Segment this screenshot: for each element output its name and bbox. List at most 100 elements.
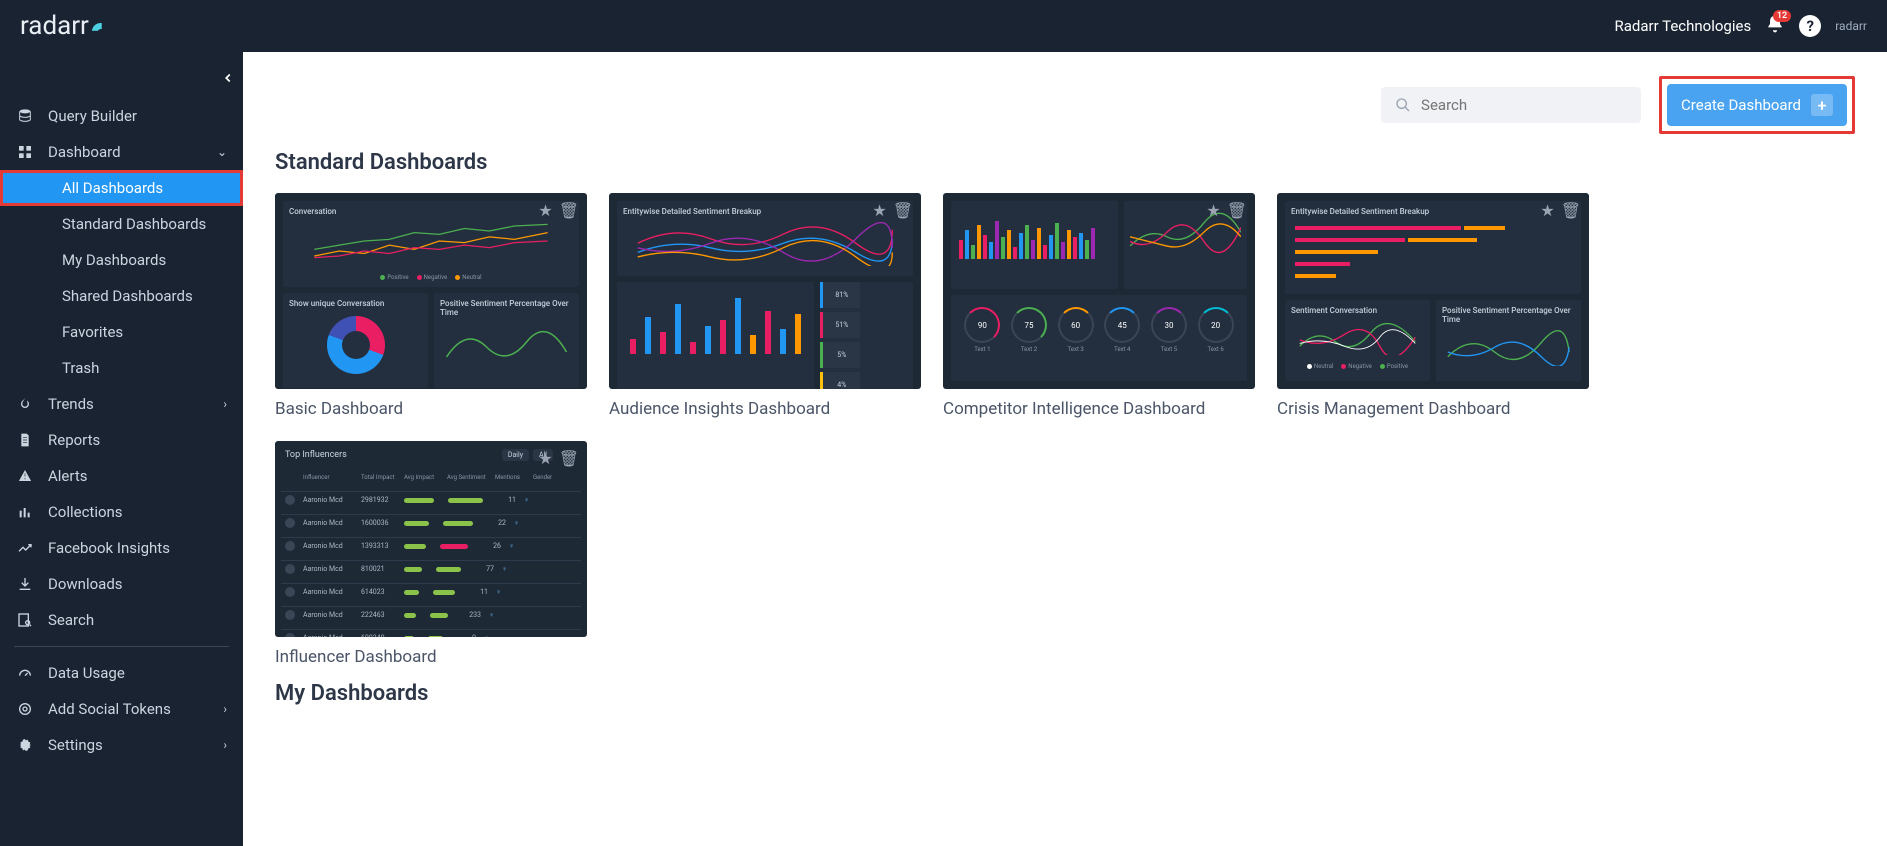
nav-label: Reports bbox=[48, 431, 100, 449]
nav-label: Trash bbox=[62, 359, 99, 377]
subnav-all-dashboards[interactable]: All Dashboards bbox=[0, 170, 243, 206]
nav-label: Add Social Tokens bbox=[48, 700, 171, 718]
help-button[interactable]: ? bbox=[1799, 15, 1821, 37]
panel-title: Top Influencers bbox=[285, 450, 347, 460]
database-icon bbox=[16, 108, 34, 124]
grid-icon bbox=[16, 144, 34, 160]
dashboard-card[interactable]: ★ 🗑 Entitywise Detailed Sentiment Breakup… bbox=[1277, 193, 1589, 419]
app-logo[interactable]: radarr bbox=[20, 11, 111, 41]
card-thumbnail: ★ 🗑 Entitywise Detailed Sentiment Breakup bbox=[609, 193, 921, 389]
card-thumbnail: ★🗑 Conversation Positive Negative Neutra… bbox=[275, 193, 587, 389]
panel-title: Sentiment Conversation bbox=[1291, 306, 1424, 315]
mini-logo: radarr bbox=[1835, 19, 1867, 33]
nav-label: All Dashboards bbox=[62, 179, 163, 197]
sidebar-collapse-button[interactable] bbox=[221, 70, 235, 89]
trend-up-icon bbox=[16, 540, 34, 556]
subnav-my-dashboards[interactable]: My Dashboards bbox=[0, 242, 243, 278]
nav-data-usage[interactable]: Data Usage bbox=[0, 655, 243, 691]
token-icon bbox=[16, 701, 34, 717]
nav-label: Standard Dashboards bbox=[62, 215, 206, 233]
notifications-button[interactable]: 12 bbox=[1765, 14, 1785, 38]
search-box[interactable] bbox=[1381, 87, 1641, 123]
dashboard-card[interactable]: ★🗑 Conversation Positive Negative Neutra… bbox=[275, 193, 587, 419]
nav-label: My Dashboards bbox=[62, 251, 166, 269]
top-header: radarr Radarr Technologies 12 ? radarr bbox=[0, 0, 1887, 52]
section-title-my: My Dashboards bbox=[275, 681, 1855, 706]
standard-dashboards-grid: ★🗑 Conversation Positive Negative Neutra… bbox=[275, 193, 1855, 667]
create-button-highlight: Create Dashboard + bbox=[1659, 76, 1855, 134]
subnav-trash[interactable]: Trash bbox=[0, 350, 243, 386]
nav-trends[interactable]: Trends › bbox=[0, 386, 243, 422]
nav-label: Downloads bbox=[48, 575, 123, 593]
nav-settings[interactable]: Settings › bbox=[0, 727, 243, 763]
trash-icon[interactable]: 🗑 bbox=[893, 201, 913, 220]
card-thumbnail: ★ 🗑 Entitywise Detailed Sentiment Breakup… bbox=[1277, 193, 1589, 389]
star-icon[interactable]: ★ bbox=[1206, 201, 1220, 220]
star-icon[interactable]: ★ bbox=[538, 201, 552, 220]
create-dashboard-button[interactable]: Create Dashboard + bbox=[1667, 84, 1847, 126]
card-title: Audience Insights Dashboard bbox=[609, 399, 921, 419]
document-icon bbox=[16, 432, 34, 448]
nav-label: Shared Dashboards bbox=[62, 287, 193, 305]
panel-title: Conversation bbox=[289, 207, 573, 216]
sidebar-divider bbox=[14, 646, 229, 647]
nav-label: Collections bbox=[48, 503, 123, 521]
nav-label: Search bbox=[48, 611, 94, 629]
toolbar: Create Dashboard + bbox=[275, 76, 1855, 134]
notification-badge: 12 bbox=[1773, 10, 1791, 22]
warning-icon bbox=[16, 468, 34, 484]
trash-icon[interactable]: 🗑 bbox=[1227, 201, 1247, 220]
nav-query-builder[interactable]: Query Builder bbox=[0, 98, 243, 134]
logo-text: radarr bbox=[20, 11, 89, 41]
subnav-shared-dashboards[interactable]: Shared Dashboards bbox=[0, 278, 243, 314]
panel-title: Show unique Conversation bbox=[289, 299, 422, 308]
search-icon bbox=[1395, 97, 1411, 113]
panel-title: Entitywise Detailed Sentiment Breakup bbox=[623, 207, 907, 216]
nav-dashboard[interactable]: Dashboard ⌄ bbox=[0, 134, 243, 170]
gauge-icon bbox=[16, 665, 34, 681]
nav-label: Data Usage bbox=[48, 664, 125, 682]
card-title: Basic Dashboard bbox=[275, 399, 587, 419]
nav-label: Settings bbox=[48, 736, 103, 754]
nav-alerts[interactable]: Alerts bbox=[0, 458, 243, 494]
card-title: Crisis Management Dashboard bbox=[1277, 399, 1589, 419]
logo-wifi-icon bbox=[91, 16, 111, 36]
chevron-right-icon: › bbox=[223, 738, 227, 752]
panel-title: Entitywise Detailed Sentiment Breakup bbox=[1291, 207, 1575, 216]
nav-label: Dashboard bbox=[48, 143, 121, 161]
nav-label: Trends bbox=[48, 395, 94, 413]
main-content: Create Dashboard + Standard Dashboards ★… bbox=[243, 52, 1887, 846]
star-icon[interactable]: ★ bbox=[1540, 201, 1554, 220]
gear-icon bbox=[16, 737, 34, 753]
subnav-favorites[interactable]: Favorites bbox=[0, 314, 243, 350]
search-input[interactable] bbox=[1421, 96, 1627, 114]
nav-search[interactable]: Search bbox=[0, 602, 243, 638]
dashboard-card[interactable]: ★🗑 bbox=[943, 193, 1255, 419]
search-page-icon bbox=[16, 612, 34, 628]
card-thumbnail: ★🗑 Top Influencers Daily All Influencer … bbox=[275, 441, 587, 637]
nav-reports[interactable]: Reports bbox=[0, 422, 243, 458]
nav-add-social-tokens[interactable]: Add Social Tokens › bbox=[0, 691, 243, 727]
dashboard-card[interactable]: ★🗑 Top Influencers Daily All Influencer … bbox=[275, 441, 587, 667]
nav-label: Alerts bbox=[48, 467, 88, 485]
trash-icon[interactable]: 🗑 bbox=[559, 201, 579, 220]
star-icon[interactable]: ★ bbox=[872, 201, 886, 220]
company-name: Radarr Technologies bbox=[1614, 17, 1751, 35]
nav-downloads[interactable]: Downloads bbox=[0, 566, 243, 602]
star-icon[interactable]: ★ bbox=[538, 449, 552, 468]
subnav-standard-dashboards[interactable]: Standard Dashboards bbox=[0, 206, 243, 242]
trash-icon[interactable]: 🗑 bbox=[1561, 201, 1581, 220]
card-title: Influencer Dashboard bbox=[275, 647, 587, 667]
bar-chart-icon bbox=[16, 504, 34, 520]
nav-collections[interactable]: Collections bbox=[0, 494, 243, 530]
panel-title: Positive Sentiment Percentage Over Time bbox=[440, 299, 573, 317]
section-title-standard: Standard Dashboards bbox=[275, 150, 1855, 175]
dashboard-card[interactable]: ★ 🗑 Entitywise Detailed Sentiment Breakup bbox=[609, 193, 921, 419]
flame-icon bbox=[16, 396, 34, 412]
button-label: Create Dashboard bbox=[1681, 96, 1801, 114]
nav-facebook-insights[interactable]: Facebook Insights bbox=[0, 530, 243, 566]
sidebar: Query Builder Dashboard ⌄ All Dashboards… bbox=[0, 52, 243, 846]
nav-label: Facebook Insights bbox=[48, 539, 170, 557]
trash-icon[interactable]: 🗑 bbox=[559, 449, 579, 468]
chevron-down-icon: ⌄ bbox=[217, 145, 227, 159]
